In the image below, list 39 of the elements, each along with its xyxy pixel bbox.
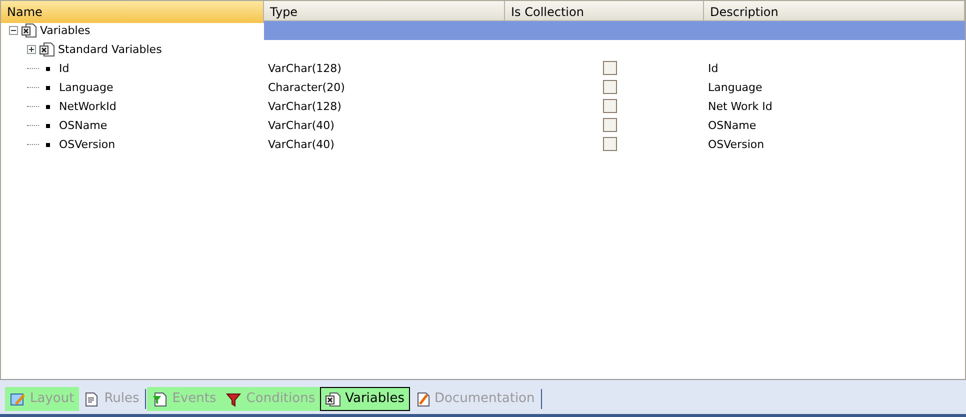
tree-item[interactable]: Language <box>59 78 114 97</box>
pencil-document-icon <box>414 392 431 406</box>
table-cell-text: Character(20) <box>267 80 346 96</box>
tree-item[interactable]: OSVersion <box>59 135 116 154</box>
tree-item[interactable]: Id <box>59 59 70 78</box>
table-cell-text: Net Work Id <box>707 99 774 115</box>
table-cell-text: VarChar(40) <box>267 137 336 153</box>
expander-icon[interactable] <box>27 45 36 54</box>
bullet-icon <box>46 142 50 146</box>
table-cell-text: VarChar(128) <box>267 61 342 77</box>
table-cell-text: Id <box>707 61 720 77</box>
table-cell-text: VarChar(128) <box>267 99 342 115</box>
filter-document-icon <box>152 392 168 406</box>
table-cell-text: OSVersion <box>707 137 766 153</box>
checkbox[interactable] <box>603 99 617 113</box>
checkbox[interactable] <box>603 137 617 151</box>
bullet-icon <box>46 86 50 90</box>
tab[interactable]: Variables <box>320 387 410 411</box>
checkbox[interactable] <box>603 118 617 132</box>
document-icon <box>84 392 100 406</box>
variables-icon <box>39 42 55 57</box>
table-cell-text: Language <box>707 80 764 96</box>
tree-item[interactable]: NetWorkId <box>59 97 116 116</box>
checkbox[interactable] <box>603 61 617 75</box>
filter-icon <box>226 392 242 406</box>
tree-item[interactable]: Standard Variables <box>58 40 162 59</box>
variables-icon <box>325 392 342 406</box>
variables-icon <box>21 23 37 38</box>
checkbox[interactable] <box>603 80 617 94</box>
tree-item[interactable]: OSName <box>59 116 108 135</box>
table-cell-text: VarChar(40) <box>267 118 336 134</box>
layout-icon <box>10 392 26 406</box>
tree-item[interactable]: Variables <box>40 21 90 40</box>
bullet-icon <box>46 124 50 128</box>
expander-icon[interactable] <box>9 26 18 35</box>
bullet-icon <box>46 66 50 70</box>
bullet-icon <box>46 104 50 108</box>
table-cell-text: OSName <box>707 118 758 134</box>
column-header[interactable]: Name <box>1 1 264 23</box>
